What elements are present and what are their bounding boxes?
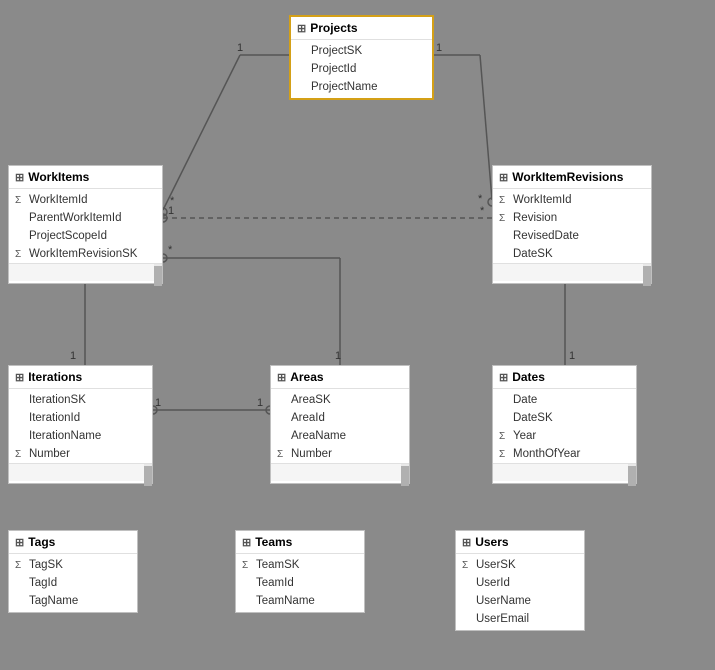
- table-row: UserEmail: [456, 610, 584, 628]
- table-workitemrevisions-body: Σ WorkItemId Σ Revision RevisedDate Date…: [493, 189, 651, 283]
- table-row: AreaId: [271, 409, 409, 427]
- table-row: ParentWorkItemId: [9, 209, 162, 227]
- table-icon-areas: ⊞: [277, 371, 286, 384]
- label-1-areas-top: 1: [335, 350, 341, 362]
- table-row: Σ WorkItemId: [493, 191, 651, 209]
- table-row: TeamId: [236, 574, 364, 592]
- table-icon-tags: ⊞: [15, 536, 24, 549]
- table-row: UserId: [456, 574, 584, 592]
- table-row: Σ MonthOfYear: [493, 445, 636, 463]
- label-1-iter-right: 1: [155, 397, 161, 409]
- table-row: AreaSK: [271, 391, 409, 409]
- table-row: IterationSK: [9, 391, 152, 409]
- table-icon-users: ⊞: [462, 536, 471, 549]
- table-row: IterationName: [9, 427, 152, 445]
- table-tags-header: ⊞ Tags: [9, 531, 137, 554]
- table-dates-header: ⊞ Dates: [493, 366, 636, 389]
- table-iterations-header: ⊞ Iterations: [9, 366, 152, 389]
- table-workitems[interactable]: ⊞ WorkItems Σ WorkItemId ParentWorkItemI…: [8, 165, 163, 284]
- table-row: Date: [493, 391, 636, 409]
- table-row: Σ TeamSK: [236, 556, 364, 574]
- table-areas-body: AreaSK AreaId AreaName Σ Number: [271, 389, 409, 483]
- table-icon-teams: ⊞: [242, 536, 251, 549]
- label-star-dash-right: *: [480, 205, 484, 217]
- table-row: TagName: [9, 592, 137, 610]
- table-iterations[interactable]: ⊞ Iterations IterationSK IterationId Ite…: [8, 365, 153, 484]
- table-users-body: Σ UserSK UserId UserName UserEmail: [456, 554, 584, 630]
- table-projects-header: ⊞ Projects: [291, 17, 432, 40]
- table-icon-workitems: ⊞: [15, 171, 24, 184]
- table-projects[interactable]: ⊞ Projects ProjectSK ProjectId ProjectNa…: [289, 15, 434, 100]
- table-projects-body: ProjectSK ProjectId ProjectName: [291, 40, 432, 98]
- table-row: Σ Year: [493, 427, 636, 445]
- table-row: Σ UserSK: [456, 556, 584, 574]
- table-row: IterationId: [9, 409, 152, 427]
- table-tags-body: Σ TagSK TagId TagName: [9, 554, 137, 612]
- table-row: Σ Revision: [493, 209, 651, 227]
- table-workitems-header: ⊞ WorkItems: [9, 166, 162, 189]
- table-row: RevisedDate: [493, 227, 651, 245]
- table-users-header: ⊞ Users: [456, 531, 584, 554]
- table-row: ProjectName: [291, 78, 432, 96]
- label-1-dates-top: 1: [569, 350, 575, 362]
- table-row: ProjectId: [291, 60, 432, 78]
- table-row: UserName: [456, 592, 584, 610]
- table-row: Σ WorkItemId: [9, 191, 162, 209]
- table-teams[interactable]: ⊞ Teams Σ TeamSK TeamId TeamName: [235, 530, 365, 613]
- label-1-dash-left: 1: [168, 205, 174, 217]
- table-iterations-body: IterationSK IterationId IterationName Σ …: [9, 389, 152, 483]
- table-areas[interactable]: ⊞ Areas AreaSK AreaId AreaName Σ Number: [270, 365, 410, 484]
- table-row: Σ TagSK: [9, 556, 137, 574]
- table-workitemrevisions[interactable]: ⊞ WorkItemRevisions Σ WorkItemId Σ Revis…: [492, 165, 652, 284]
- table-dates[interactable]: ⊞ Dates Date DateSK Σ Year Σ MonthOfYear: [492, 365, 637, 484]
- table-icon-iterations: ⊞: [15, 371, 24, 384]
- table-row: Σ Number: [9, 445, 152, 463]
- table-workitems-body: Σ WorkItemId ParentWorkItemId ProjectSco…: [9, 189, 162, 283]
- table-icon-projects: ⊞: [297, 22, 306, 35]
- label-star-wir: *: [478, 193, 482, 205]
- table-row: Σ Number: [271, 445, 409, 463]
- table-users[interactable]: ⊞ Users Σ UserSK UserId UserName UserEma…: [455, 530, 585, 631]
- label-1-wi: 1: [237, 42, 243, 54]
- table-row: AreaName: [271, 427, 409, 445]
- label-1-areas-left: 1: [257, 397, 263, 409]
- table-row: ProjectSK: [291, 42, 432, 60]
- label-1-iter-bottom: 1: [70, 350, 76, 362]
- table-row: TagId: [9, 574, 137, 592]
- table-row: DateSK: [493, 409, 636, 427]
- table-areas-header: ⊞ Areas: [271, 366, 409, 389]
- table-teams-body: Σ TeamSK TeamId TeamName: [236, 554, 364, 612]
- table-row: TeamName: [236, 592, 364, 610]
- label-star-areas: *: [168, 244, 172, 256]
- table-row: DateSK: [493, 245, 651, 263]
- label-1-wir: 1: [436, 42, 442, 54]
- table-row: Σ WorkItemRevisionSK: [9, 245, 162, 263]
- table-tags[interactable]: ⊞ Tags Σ TagSK TagId TagName: [8, 530, 138, 613]
- diagram-canvas: 1 * 1 * 1 * * * 1 1 * 1 1 1 ⊞ Projects P…: [0, 0, 715, 670]
- table-teams-header: ⊞ Teams: [236, 531, 364, 554]
- table-row: ProjectScopeId: [9, 227, 162, 245]
- table-icon-dates: ⊞: [499, 371, 508, 384]
- table-dates-body: Date DateSK Σ Year Σ MonthOfYear: [493, 389, 636, 483]
- table-icon-workitemrevisions: ⊞: [499, 171, 508, 184]
- table-workitemrevisions-header: ⊞ WorkItemRevisions: [493, 166, 651, 189]
